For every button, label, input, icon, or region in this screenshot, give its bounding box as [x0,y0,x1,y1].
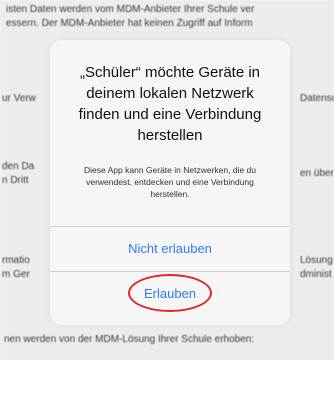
background-text-fragment: ur Verw [2,93,36,104]
background-text-fragment: den Da [2,161,35,172]
alert-title: „Schüler“ möchte Geräte in deinem lokale… [78,64,262,144]
alert-message: Diese App kann Geräte in Netzwerken, die… [84,165,256,199]
background-text-fragment: rmatio [2,255,30,266]
background-footer-area [0,360,334,412]
background-text-line: nen werden von der MDM-Lösung Ihrer Schu… [4,334,255,345]
background-text-fragment: Lösung [300,255,333,266]
background-text-fragment: m Ger [2,269,30,280]
background-text-line: essern. Der MDM-Anbieter hat keinen Zugr… [6,18,253,29]
annotation-circle [128,274,212,312]
background-text-fragment: Datensc [300,93,334,104]
background-text-line: isten Daten werden vom MDM-Anbieter Ihre… [6,4,255,15]
background-text-fragment: dminist [300,269,332,280]
deny-button[interactable]: Nicht erlauben [50,227,290,271]
background-text-fragment: n Dritt [2,175,29,186]
background-text-fragment: en über [300,168,334,179]
